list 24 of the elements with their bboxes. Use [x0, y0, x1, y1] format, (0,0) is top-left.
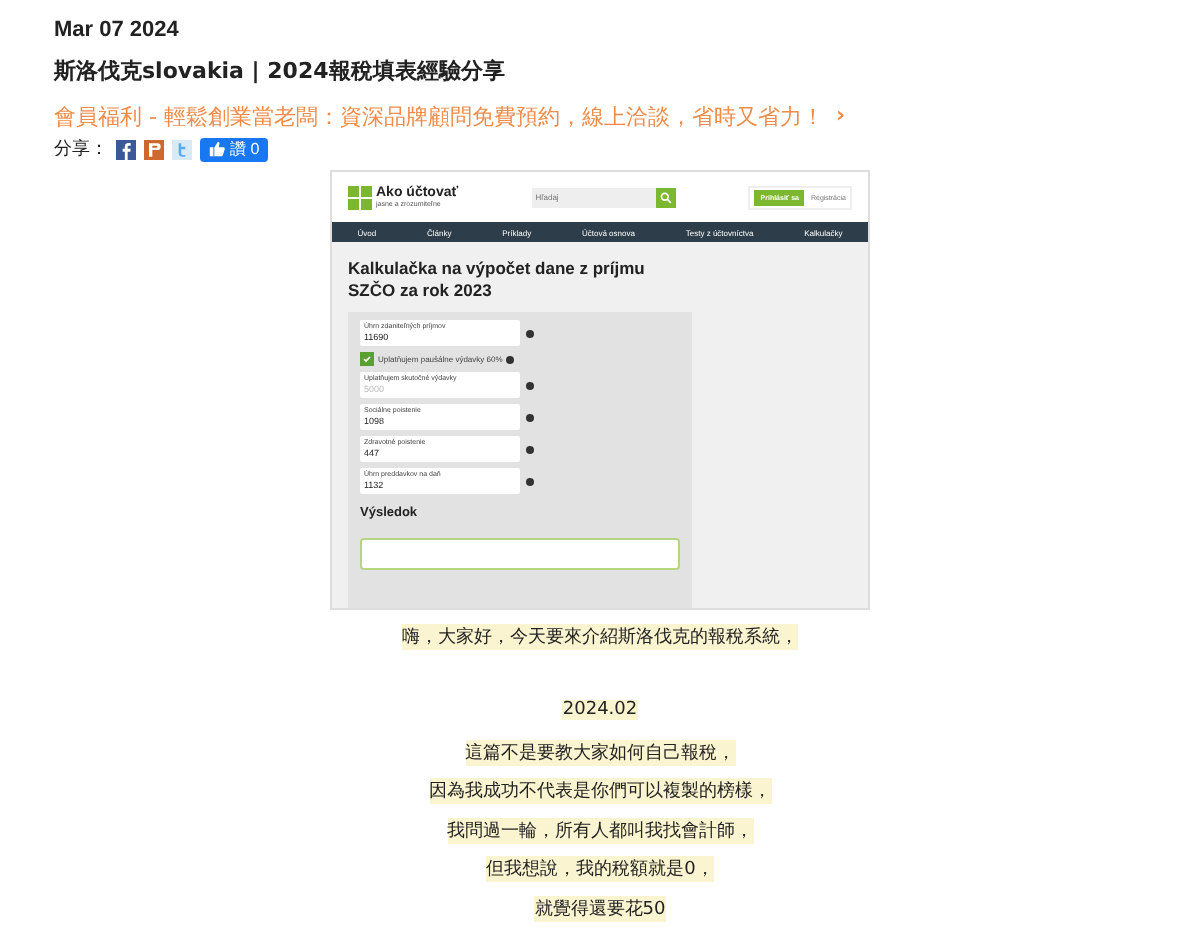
help-icon[interactable]	[526, 381, 534, 389]
help-icon[interactable]	[526, 477, 534, 485]
help-icon[interactable]	[526, 445, 534, 453]
help-icon[interactable]	[526, 329, 534, 337]
grid-logo-icon	[348, 185, 372, 209]
help-icon[interactable]	[526, 413, 534, 421]
paragraph: 2024.02	[562, 700, 638, 720]
paragraph: 嗨，大家好，今天要來介紹斯洛伐克的報稅系統，	[402, 624, 798, 650]
like-button[interactable]: 讚 0	[200, 137, 268, 161]
share-label: 分享：	[54, 137, 108, 162]
facebook-icon[interactable]	[116, 139, 136, 159]
paragraph: 因為我成功不代表是你們可以複製的榜樣，	[429, 778, 771, 804]
post-date: Mar 07 2024	[54, 18, 181, 46]
calculator-heading: Kalkulačka na výpočet dane z príjmu SZČO za rok 2023	[348, 258, 647, 302]
paragraph: 這篇不是要教大家如何自己報稅，	[465, 739, 735, 765]
search-icon	[659, 191, 672, 203]
post-title: 斯洛伐克slovakia | 2024報稅填表經驗分享	[54, 56, 507, 86]
checkbox[interactable]	[360, 352, 374, 366]
help-icon[interactable]	[506, 355, 515, 363]
plurk-icon[interactable]	[144, 139, 164, 159]
thumbs-up-icon	[208, 140, 226, 158]
paragraph: 但我想說，我的稅額就是0，	[486, 856, 714, 882]
paragraph: 就覺得還要花50	[534, 895, 666, 921]
paragraph: 我問過一輪，所有人都叫我找會計師，	[447, 817, 753, 843]
